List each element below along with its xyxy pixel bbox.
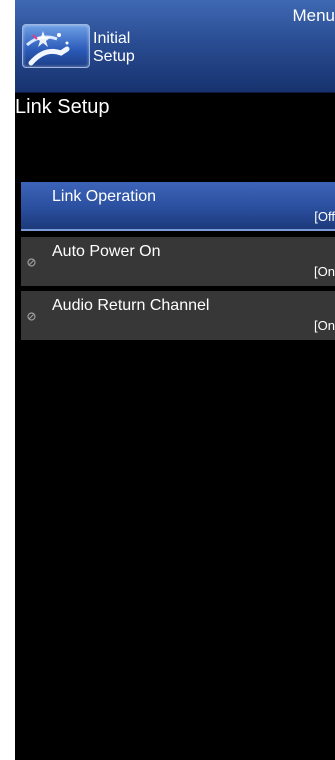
menu-item-value: [Off: [314, 209, 335, 224]
menu-item-label: Audio Return Channel: [52, 297, 210, 314]
section-label: Initial Setup: [93, 30, 135, 66]
menu-item-value: [On: [314, 264, 335, 279]
menu-item-link-operation[interactable]: Link Operation [Off: [21, 182, 335, 231]
menu-item-value: [On: [314, 318, 335, 333]
initial-setup-icon: [22, 24, 90, 68]
page-title: Link Setup: [15, 96, 110, 118]
menu-item-audio-return-channel[interactable]: Audio Return Channel [On: [21, 291, 335, 340]
menu-item-auto-power-on[interactable]: Auto Power On [On: [21, 237, 335, 286]
menu-header: Initial Setup Menu: [15, 0, 335, 93]
menu-item-label: Link Operation: [52, 188, 157, 205]
disabled-icon: [27, 258, 36, 267]
tv-menu-screen: Initial Setup Menu Link Setup Link Opera…: [15, 0, 335, 760]
section-label-line2: Setup: [93, 48, 135, 65]
menu-label: Menu: [292, 6, 335, 25]
menu-item-label: Auto Power On: [52, 243, 161, 260]
disabled-icon: [27, 312, 36, 321]
section-label-line1: Initial: [93, 30, 131, 47]
